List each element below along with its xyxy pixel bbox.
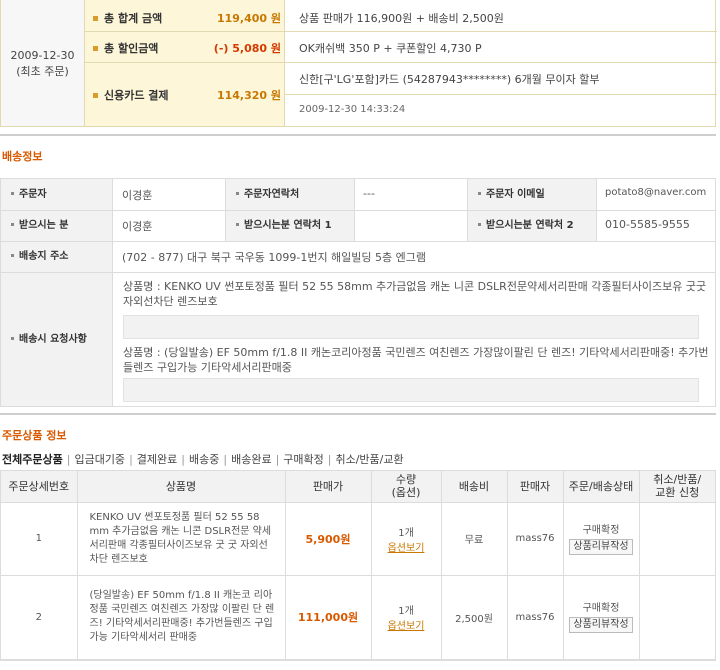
quantity: 1개 [398,527,414,539]
request-box-2 [123,378,699,402]
write-review-button[interactable]: 상품리뷰작성 [569,538,633,555]
col-header-seller: 판매자 [507,471,564,503]
dot-icon [11,191,14,195]
address-label: 배송지 주소 [19,251,69,262]
tab-all-orders[interactable]: 전체주문상품 [2,453,63,466]
col-header-cancel-request: 취소/반품/ 교환 신청 [639,471,715,503]
orderer-email-value: potato8@naver.com [605,187,707,198]
quantity-cell: 1개 옵션보기 [371,502,442,576]
dot-icon [236,191,239,195]
card-time: 2009-12-30 14:33:24 [299,104,406,115]
dot-icon [11,222,14,226]
request-text-2: 상품명 : (당일발송) EF 50mm f/1.8 II 캐논코리아정품 국민… [123,346,709,374]
cancel-request-cell [639,575,715,660]
receiver-phone2-value: 010-5585-9555 [605,218,690,231]
seller: mass76 [507,502,564,576]
bullet-icon [93,92,98,98]
order-date-cell: 2009-12-30 (최초 주문) [1,0,85,126]
dot-icon [236,222,239,226]
dot-icon [11,336,14,340]
shipping-fee: 무료 [441,502,508,576]
tab-purchase-confirmed[interactable]: 구매확정 [283,453,323,466]
tab-payment-complete[interactable]: 결제완료 [137,453,177,466]
col-header-product-name: 상품명 [77,471,286,503]
orderer-phone-label: 주문자연락처 [244,189,300,200]
section-rule [0,134,716,136]
cancel-request-cell [639,502,715,576]
total-row: 총 합계 금액 119,400 원 상품 판매가 116,900원 + 배송비 … [85,0,717,31]
request-text-1: 상품명 : KENKO UV 썬포토정품 필터 52 55 58mm 추가금없음… [123,280,707,308]
bullet-icon [93,15,98,21]
request-label: 배송시 요청사항 [19,334,87,345]
product-name[interactable]: (당일발송) EF 50mm f/1.8 II 캐논코 리아정품 국민렌즈 여친… [77,575,286,660]
product-price: 111,000원 [285,575,372,660]
card-value: 114,320 원 [216,89,281,102]
option-view-link[interactable]: 옵션보기 [372,539,441,554]
receiver-value: 이경훈 [122,220,153,233]
dot-icon [478,222,481,226]
receiver-label: 받으시는 분 [19,220,69,231]
tab-delivered[interactable]: 배송완료 [231,453,271,466]
dot-icon [478,191,481,195]
request-box-1 [123,315,699,339]
divider [285,94,717,95]
product-name[interactable]: KENKO UV 썬포토정품 필터 52 55 58 mm 추가금없음 캐논 니… [77,502,286,576]
address-value: (702 - 877) 대구 북구 국우동 1099-1번지 해일빌딩 5층 엔… [122,251,427,264]
product-price: 5,900원 [285,502,372,576]
col-header-quantity: 수량 (옵션) [371,471,442,503]
orderer-label: 주문자 [19,189,47,200]
discount-label: 총 할인금액 [104,42,159,55]
orderer-email-label: 주문자 이메일 [486,189,545,200]
dot-icon [11,253,14,257]
receiver-phone2-label: 받으시는분 연락처 2 [486,220,574,231]
bullet-icon [93,45,98,51]
card-detail: 신한[구'LG'포함]카드 (54287943********) 6개월 무이자… [299,73,600,86]
table-header-row: 주문상세번호 상품명 판매가 수량 (옵션) 배송비 판매자 주문/배송상태 취… [1,471,715,503]
order-date: 2009-12-30 [10,49,75,62]
col-header-price: 판매가 [285,471,372,503]
discount-row: 총 할인금액 (-) 5,080 원 OK캐쉬백 350 P + 쿠폰할인 4,… [85,31,717,62]
seller: mass76 [507,575,564,660]
col-header-shipping-fee: 배송비 [441,471,508,503]
status-cell: 구매확정 상품리뷰작성 [563,502,640,576]
col-header-status: 주문/배송상태 [563,471,640,503]
tab-cancel-return-exchange[interactable]: 취소/반품/교환 [335,453,403,466]
shipping-section-title: 배송정보 [2,150,43,163]
card-label: 신용카드 결제 [104,89,169,102]
order-items-section-title: 주문상품 정보 [2,429,67,442]
total-value: 119,400 원 [216,12,281,25]
shipping-info-table: 주문자 이경훈 주문자연락처 --- 주문자 이메일 potato8@naver… [0,178,716,407]
discount-value: (-) 5,080 원 [213,42,281,55]
col-header-order-no: 주문상세번호 [1,471,78,503]
table-row: 2 (당일발송) EF 50mm f/1.8 II 캐논코 리아정품 국민렌즈 … [1,575,715,660]
total-label: 총 합계 금액 [104,12,163,25]
order-no: 2 [1,575,78,660]
shipping-fee: 2,500원 [441,575,508,660]
orderer-phone-value: --- [363,187,375,200]
status-cell: 구매확정 상품리뷰작성 [563,575,640,660]
option-view-link[interactable]: 옵션보기 [372,617,441,632]
table-row: 1 KENKO UV 썬포토정품 필터 52 55 58 mm 추가금없음 캐논… [1,502,715,576]
tab-awaiting-deposit[interactable]: 입금대기중 [74,453,125,466]
order-status-tabs: 전체주문상품 | 입금대기중 | 결제완료 | 배송중 | 배송완료 | 구매확정 | 취소/반품/교환 [2,453,404,466]
order-type: (최초 주문) [16,65,69,78]
section-rule [0,413,716,415]
tab-shipping[interactable]: 배송중 [189,453,219,466]
receiver-phone1-label: 받으시는분 연락처 1 [244,220,332,231]
order-status: 구매확정 [582,524,620,536]
orderer-value: 이경훈 [122,189,153,202]
quantity-cell: 1개 옵션보기 [371,575,442,660]
discount-detail: OK캐쉬백 350 P + 쿠폰할인 4,730 P [299,42,482,55]
quantity: 1개 [398,606,414,617]
order-items-table: 주문상세번호 상품명 판매가 수량 (옵션) 배송비 판매자 주문/배송상태 취… [0,470,716,661]
order-no: 1 [1,502,78,576]
payment-summary: 2009-12-30 (최초 주문) 총 합계 금액 119,400 원 상품 … [0,0,717,127]
total-detail: 상품 판매가 116,900원 + 배송비 2,500원 [299,12,504,25]
order-status: 구매확정 [582,603,620,614]
write-review-button[interactable]: 상품리뷰작성 [569,617,633,633]
